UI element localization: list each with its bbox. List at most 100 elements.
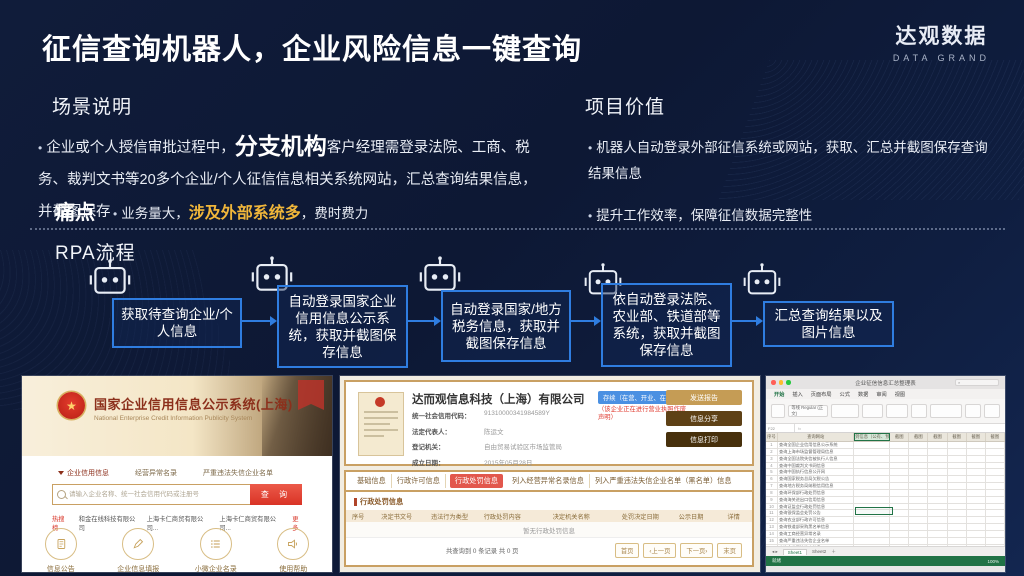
list-icon xyxy=(200,528,232,560)
ribbon-tab[interactable]: 视图 xyxy=(895,391,905,398)
company-action-button[interactable]: 信息打印 xyxy=(666,432,742,447)
column-header-cell[interactable]: 截图 xyxy=(909,433,928,441)
sheet-nav-arrows[interactable]: ◂ ▸ xyxy=(772,549,778,555)
grid-row[interactable]: 12查询农业部行政许可信息 xyxy=(766,517,1005,524)
screenshot-company-detail: 达而观信息科技（上海）有限公司 存续（在营、开业、在册） （该企业正在进行营业执… xyxy=(340,376,760,572)
grid-row[interactable]: 15查询严重违法失信企业名单 xyxy=(766,538,1005,545)
zoom-level[interactable]: 100% xyxy=(987,559,999,564)
name-box[interactable]: F22 xyxy=(766,424,795,432)
grid-row[interactable]: 16查询企业司法拍卖信息 xyxy=(766,545,1005,546)
pagination-button[interactable]: 下一页› xyxy=(680,543,713,558)
sheet-tab[interactable]: Sheet2 xyxy=(812,549,826,554)
grid-rows: 1查询全国企业信用信息公示系统 2查询上海市场监督管理局信息 3查询全国法院失信… xyxy=(766,442,1005,546)
grid-row[interactable]: 5查询中国执行信息公开网 xyxy=(766,469,1005,476)
footer-item-filing[interactable]: 企业信息填报 xyxy=(100,528,178,574)
excel-title-bar: 企业征信信息汇总整理表 ⌕ xyxy=(766,376,1005,389)
gsxt-title: 国家企业信用信息公示系统(上海) xyxy=(94,394,293,413)
value-item: •提升工作效率，保障征信数据完整性 xyxy=(588,203,998,229)
alignment-buttons[interactable] xyxy=(862,404,883,418)
value-item-text: 提升工作效率，保障征信数据完整性 xyxy=(596,208,812,223)
formula-bar[interactable]: F22 fx xyxy=(766,424,1005,433)
number-format-buttons[interactable] xyxy=(886,404,907,418)
company-action-button[interactable]: 信息分享 xyxy=(666,411,742,426)
paste-button[interactable] xyxy=(771,404,785,418)
column-header-cell[interactable]: 序号 xyxy=(766,433,778,441)
grid-row[interactable]: 2查询上海市场监督管理局信息 xyxy=(766,449,1005,456)
license-seal xyxy=(375,397,385,407)
company-detail-tabs: 基础信息行政许可信息行政处罚信息列入经营异常名录信息列入严重违法失信企业名单（黑… xyxy=(346,472,752,492)
flow-arrow xyxy=(242,320,271,322)
table-header-cell: 详情 xyxy=(715,512,752,521)
column-header-cell[interactable]: 截图 xyxy=(986,433,1005,441)
grid-row[interactable]: 7查询地方税务局纳税信用信息 xyxy=(766,483,1005,490)
value-item: •机器人自动登录外部征信系统或网站，获取、汇总并截图保存查询结果信息 xyxy=(588,135,998,187)
detail-tab[interactable]: 行政处罚信息 xyxy=(450,474,503,488)
gsxt-tab[interactable]: 企业信用信息 xyxy=(58,468,109,478)
column-header-cell[interactable]: 查询网站 xyxy=(778,433,854,441)
company-detail-card: 基础信息行政许可信息行政处罚信息列入经营异常名录信息列入严重违法失信企业名单（黑… xyxy=(344,470,754,567)
grid-row[interactable]: 3查询全国法院失信被执行人信息 xyxy=(766,456,1005,463)
column-header-cell[interactable]: 截图 xyxy=(967,433,986,441)
screenshot-excel: 企业征信信息汇总整理表 ⌕ 开始 插入 页面布局 公式 数据 审阅 视图 等线 Regula… xyxy=(766,376,1005,572)
ribbon-tab[interactable]: 开始 xyxy=(774,391,784,398)
pagination-button[interactable]: 首页 xyxy=(615,543,640,558)
company-action-button[interactable]: 发送报告 xyxy=(666,390,742,405)
ribbon-tab[interactable]: 公式 xyxy=(840,391,850,398)
sheet-tab[interactable]: Sheet1 xyxy=(783,549,807,555)
company-action-buttons: 发送报告信息分享信息打印 xyxy=(666,390,742,447)
excel-search-box[interactable]: ⌕ xyxy=(955,379,999,386)
footer-item-sme-list[interactable]: 小微企业名录 xyxy=(177,528,255,574)
font-style-buttons[interactable] xyxy=(831,404,859,418)
scenario-highlight: 分支机构 xyxy=(235,133,327,159)
add-sheet-button[interactable]: ＋ xyxy=(831,549,836,555)
grid-row[interactable]: 14查询工商经营异常名录 xyxy=(766,531,1005,538)
bullet-icon: • xyxy=(588,141,592,155)
flow-step-1: 获取待查询企业/个人信息 xyxy=(112,298,242,348)
ribbon-tab[interactable]: 审阅 xyxy=(876,391,886,398)
detail-tab[interactable]: 基础信息 xyxy=(352,474,392,488)
flow-step-4: 依自动登录法院、农业部、铁道部等系统，获取并截图保存信息 xyxy=(601,283,732,367)
company-name: 达而观信息科技（上海）有限公司 xyxy=(412,391,585,407)
ribbon-tab[interactable]: 数据 xyxy=(858,391,868,398)
pagination-button[interactable]: ‹上一页 xyxy=(643,543,676,558)
grid-row[interactable]: 13查询铁道部采购黑名单信息 xyxy=(766,524,1005,531)
column-header-cell[interactable]: 是否筛查到信息（公有、预警公示） xyxy=(854,433,890,441)
font-name-box[interactable]: 等线 Regular (正文) xyxy=(788,405,827,417)
detail-tab[interactable]: 列入经营异常名录信息 xyxy=(507,474,590,488)
pain-text: •业务量大，涉及外部系统多，费时费力 xyxy=(113,199,368,223)
ribbon-tab[interactable]: 插入 xyxy=(792,391,802,398)
gsxt-subtitle: National Enterprise Credit Information P… xyxy=(94,415,252,422)
company-field-row: 成立日期：2015年05月28日 xyxy=(412,457,562,467)
conditional-format-button[interactable] xyxy=(911,404,927,418)
pagination-button[interactable]: 末页 xyxy=(717,543,742,558)
brand-logo: 达观数据 DATA GRAND xyxy=(893,20,990,63)
column-header-cell[interactable]: 截图 xyxy=(948,433,967,441)
grid-row[interactable]: 4查询中国裁判文书网信息 xyxy=(766,463,1005,470)
table-header-cell: 违法行为类型 xyxy=(423,512,476,521)
search-input[interactable] xyxy=(52,484,250,505)
sum-button[interactable] xyxy=(965,404,981,418)
detail-tab[interactable]: 行政许可信息 xyxy=(392,474,446,488)
footer-item-announcements[interactable]: 信息公告 xyxy=(22,528,100,574)
find-button[interactable] xyxy=(984,404,1000,418)
column-header-cell[interactable]: 截图 xyxy=(928,433,947,441)
grid-row[interactable]: 8查询环保部行政处罚信息 xyxy=(766,490,1005,497)
footer-item-label: 使用帮助 xyxy=(255,564,333,574)
detail-tab[interactable]: 列入严重违法失信企业名单（黑名单）信息 xyxy=(590,474,737,488)
flow-step-5: 汇总查询结果以及图片信息 xyxy=(763,301,894,347)
search-button[interactable]: 查 询 xyxy=(250,484,302,505)
penalty-section-title: 行政处罚信息 xyxy=(354,497,752,507)
column-header-cell[interactable]: 截图 xyxy=(890,433,909,441)
ribbon-tab[interactable]: 页面布局 xyxy=(811,391,832,398)
selected-cell-outline[interactable] xyxy=(855,507,893,515)
footer-item-help[interactable]: 使用帮助 xyxy=(255,528,333,574)
gsxt-tab[interactable]: 严重违法失信企业名单 xyxy=(203,468,273,478)
cell-style-buttons[interactable] xyxy=(930,404,962,418)
gsxt-footer-nav: 信息公告 企业信息填报 小微企业名录 使用帮助 xyxy=(22,528,332,574)
grid-row[interactable]: 1查询全国企业信用信息公示系统 xyxy=(766,442,1005,449)
gsxt-search-bar: 查 询 xyxy=(52,484,302,505)
grid-row[interactable]: 9查询海关进出口信用信息 xyxy=(766,497,1005,504)
gsxt-tab[interactable]: 经营异常名录 xyxy=(135,468,177,478)
excel-grid[interactable]: 序号查询网站是否筛查到信息（公有、预警公示）截图截图截图截图截图截图 1查询全国… xyxy=(766,433,1005,546)
grid-row[interactable]: 6查询国家税务总局欠税公告 xyxy=(766,476,1005,483)
